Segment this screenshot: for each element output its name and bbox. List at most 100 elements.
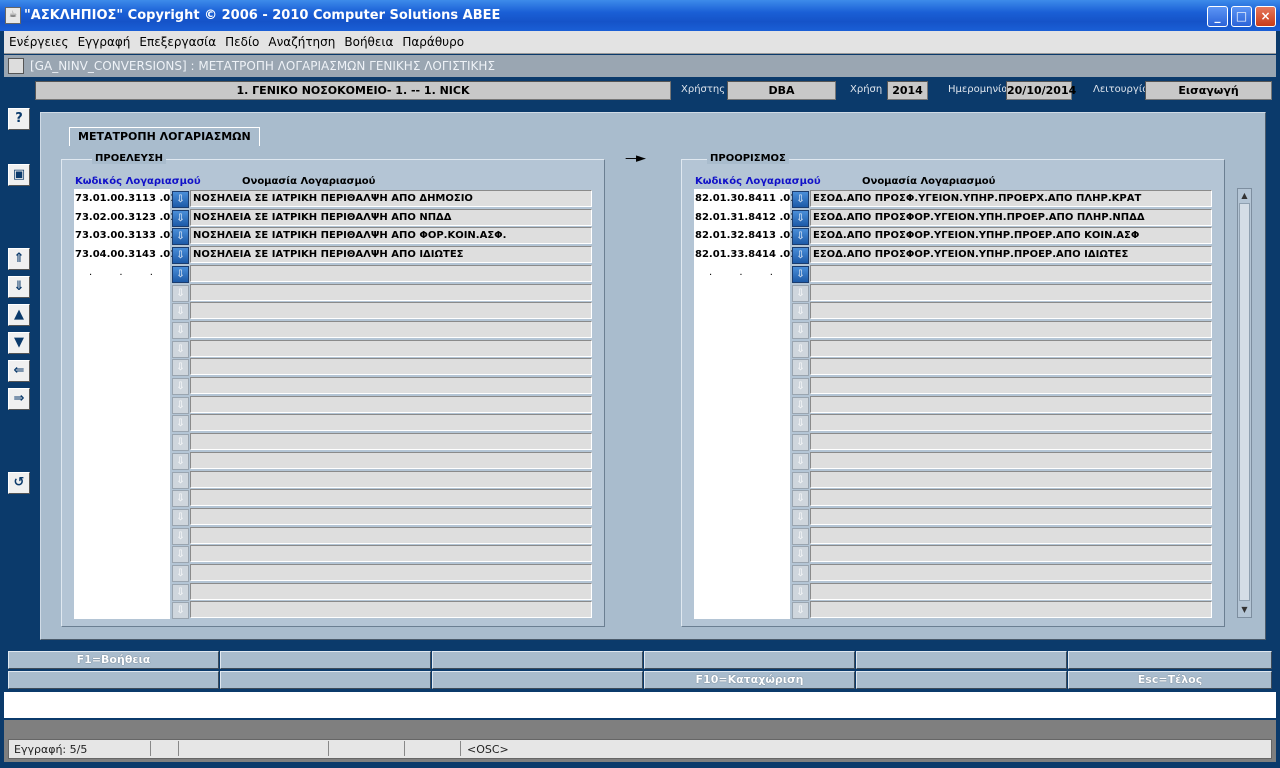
lov-button-icon[interactable]: ⇩ [172,565,189,582]
previous-block-button[interactable]: ⇐ [8,360,30,382]
lov-button-icon[interactable]: ⇩ [792,191,809,208]
target-account-name[interactable] [810,583,1212,600]
lov-button-icon[interactable]: ⇩ [172,210,189,227]
lov-button-icon[interactable]: ⇩ [172,453,189,470]
source-account-name[interactable] [190,358,592,375]
source-account-name[interactable] [190,527,592,544]
source-account-name[interactable] [190,377,592,394]
source-account-code[interactable]: 73.02.00.3123 .01 [75,209,177,226]
target-account-name[interactable] [810,564,1212,581]
lov-button-icon[interactable]: ⇩ [172,359,189,376]
lov-button-icon[interactable]: ⇩ [792,546,809,563]
lov-button-icon[interactable]: ⇩ [792,322,809,339]
source-account-name[interactable] [190,489,592,506]
lov-button-icon[interactable]: ⇩ [172,247,189,264]
lov-button-icon[interactable]: ⇩ [792,584,809,601]
source-account-name[interactable] [190,564,592,581]
save-button[interactable]: ▣ [8,164,30,186]
lov-button-icon[interactable]: ⇩ [792,528,809,545]
function-key-empty[interactable] [220,671,431,689]
lov-button-icon[interactable]: ⇩ [172,228,189,245]
lov-button-icon[interactable]: ⇩ [792,509,809,526]
source-account-name[interactable] [190,471,592,488]
menu-record[interactable]: Εγγραφή [73,31,135,49]
lov-button-icon[interactable]: ⇩ [792,247,809,264]
source-account-name[interactable] [190,452,592,469]
target-account-name[interactable] [810,489,1212,506]
lov-button-icon[interactable]: ⇩ [792,378,809,395]
vertical-scrollbar[interactable]: ▲ ▼ [1237,188,1252,618]
source-account-name[interactable] [190,583,592,600]
target-account-name[interactable] [810,433,1212,450]
function-key-empty[interactable] [432,671,643,689]
source-account-name[interactable]: ΝΟΣΗΛΕΙΑ ΣΕ ΙΑΤΡΙΚΗ ΠΕΡΙΘΑΛΨΗ ΑΠΟ ΔΗΜΟΣΙ… [190,190,592,207]
lov-button-icon[interactable]: ⇩ [172,285,189,302]
exit-button[interactable]: ↺ [8,472,30,494]
source-account-code[interactable]: 73.01.00.3113 .01 [75,190,177,207]
lov-button-icon[interactable]: ⇩ [792,565,809,582]
lov-button-icon[interactable]: ⇩ [792,490,809,507]
lov-button-icon[interactable]: ⇩ [792,472,809,489]
next-block-button[interactable]: ⇒ [8,388,30,410]
target-account-name[interactable] [810,601,1212,618]
scroll-thumb[interactable] [1239,203,1250,601]
lov-button-icon[interactable]: ⇩ [172,509,189,526]
lov-button-icon[interactable]: ⇩ [172,490,189,507]
target-account-name[interactable]: ΕΣΟΔ.ΑΠΟ ΠΡΟΣΦ.ΥΓΕΙΟΝ.ΥΠΗΡ.ΠΡΟΕΡΧ.ΑΠΟ ΠΛ… [810,190,1212,207]
target-account-code[interactable]: 82.01.30.8411 .01 [695,190,797,207]
target-account-name[interactable] [810,284,1212,301]
lov-button-icon[interactable]: ⇩ [172,191,189,208]
source-account-name[interactable] [190,302,592,319]
scroll-up-icon[interactable]: ▲ [1238,189,1251,202]
menu-actions[interactable]: Ενέργειες [4,31,73,49]
source-account-name[interactable] [190,265,592,282]
first-record-button[interactable]: ⇑ [8,248,30,270]
target-account-name[interactable]: ΕΣΟΔ.ΑΠΟ ΠΡΟΣΦΟΡ.ΥΓΕΙΟΝ.ΥΠΗ.ΠΡΟΕΡ.ΑΠΟ ΠΛ… [810,209,1212,226]
function-key-empty[interactable] [432,651,643,669]
lov-button-icon[interactable]: ⇩ [792,453,809,470]
lov-button-icon[interactable]: ⇩ [172,602,189,619]
previous-record-button[interactable]: ▲ [8,304,30,326]
close-button[interactable]: × [1255,6,1276,27]
lov-button-icon[interactable]: ⇩ [792,341,809,358]
lov-button-icon[interactable]: ⇩ [792,397,809,414]
next-record-button[interactable]: ▼ [8,332,30,354]
function-key-empty[interactable] [1068,651,1272,669]
lov-button-icon[interactable]: ⇩ [792,359,809,376]
target-account-name[interactable] [810,377,1212,394]
function-key-empty[interactable] [220,651,431,669]
lov-button-icon[interactable]: ⇩ [172,528,189,545]
source-account-name[interactable]: ΝΟΣΗΛΕΙΑ ΣΕ ΙΑΤΡΙΚΗ ΠΕΡΙΘΑΛΨΗ ΑΠΟ ΦΟΡ.ΚΟ… [190,227,592,244]
lov-button-icon[interactable]: ⇩ [172,322,189,339]
f10-save-button[interactable]: F10=Καταχώριση [644,671,855,689]
function-key-empty[interactable] [856,671,1067,689]
target-account-name[interactable] [810,527,1212,544]
target-account-name[interactable] [810,340,1212,357]
target-account-code[interactable]: 82.01.31.8412 .01 [695,209,797,226]
source-account-name[interactable] [190,433,592,450]
lov-button-icon[interactable]: ⇩ [172,303,189,320]
lov-button-icon[interactable]: ⇩ [792,434,809,451]
target-account-name[interactable] [810,508,1212,525]
menu-help[interactable]: Βοήθεια [339,31,397,49]
lov-button-icon[interactable]: ⇩ [172,434,189,451]
lov-button-icon[interactable]: ⇩ [172,415,189,432]
lov-button-icon[interactable]: ⇩ [172,472,189,489]
minimize-button[interactable]: _ [1207,6,1228,27]
source-account-name[interactable] [190,340,592,357]
source-account-name[interactable] [190,414,592,431]
menu-search[interactable]: Αναζήτηση [263,31,339,49]
lov-button-icon[interactable]: ⇩ [172,341,189,358]
source-account-code[interactable]: 73.04.00.3143 .01 [75,246,177,263]
function-key-empty[interactable] [856,651,1067,669]
lov-button-icon[interactable]: ⇩ [792,285,809,302]
target-account-name[interactable] [810,358,1212,375]
lov-button-icon[interactable]: ⇩ [172,266,189,283]
scroll-down-icon[interactable]: ▼ [1238,603,1251,616]
lov-button-icon[interactable]: ⇩ [792,266,809,283]
lov-button-icon[interactable]: ⇩ [792,210,809,227]
source-account-code[interactable]: 73.03.00.3133 .01 [75,227,177,244]
function-key-empty[interactable] [644,651,855,669]
target-account-code[interactable]: 82.01.32.8413 .01 [695,227,797,244]
lov-button-icon[interactable]: ⇩ [172,546,189,563]
